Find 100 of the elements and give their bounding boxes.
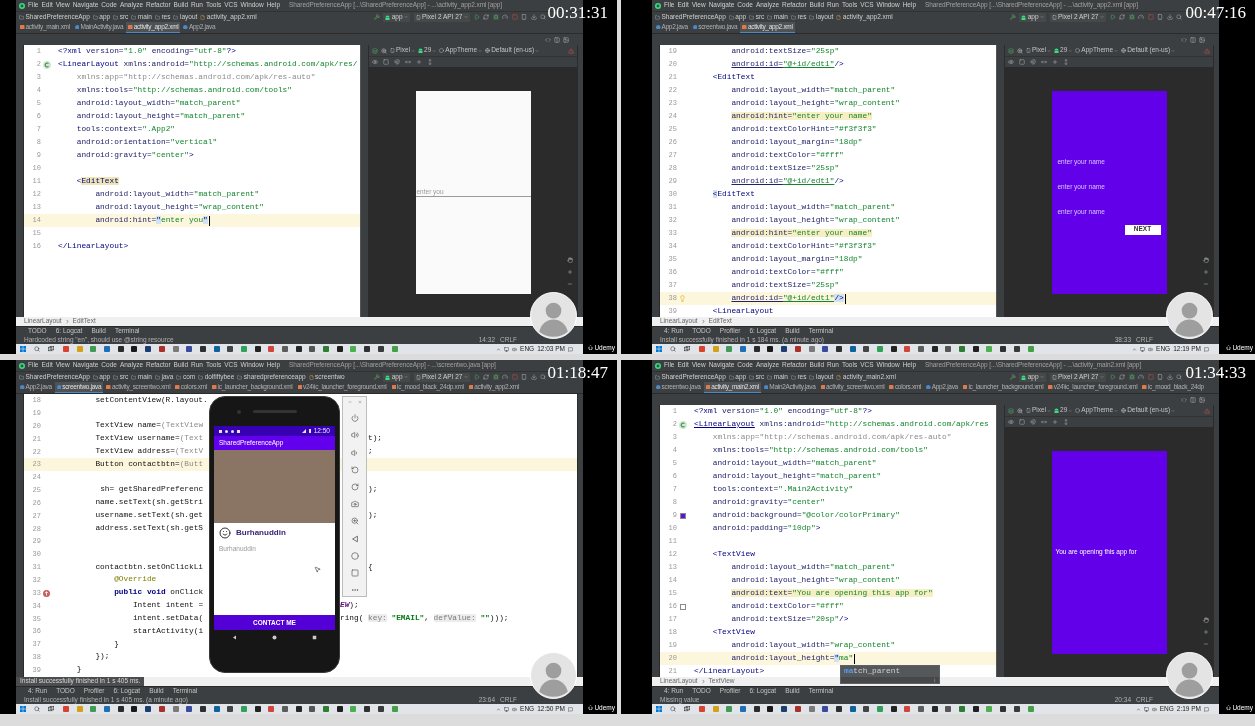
warning-icon[interactable] — [1204, 407, 1210, 414]
hand-icon[interactable] — [1203, 617, 1209, 623]
design-view-icon[interactable] — [563, 36, 569, 43]
plus-icon[interactable] — [1052, 419, 1058, 425]
zoom-in-icon[interactable] — [1203, 269, 1209, 275]
zoom-icon[interactable] — [1017, 47, 1023, 54]
volume-icon[interactable] — [1148, 346, 1154, 352]
camera-icon[interactable] — [350, 500, 359, 509]
eye-icon[interactable] — [1008, 59, 1014, 65]
phone-icon[interactable] — [1157, 14, 1163, 20]
zoom-in-icon[interactable] — [1203, 629, 1209, 635]
bug-icon[interactable] — [492, 14, 499, 20]
volume-icon[interactable] — [512, 706, 518, 712]
search-icon[interactable] — [34, 706, 40, 712]
speech-bubble-icon[interactable] — [1204, 706, 1209, 712]
eye-icon[interactable] — [1008, 419, 1014, 425]
split-view-icon[interactable] — [554, 36, 560, 43]
arrows-horizontal-icon[interactable] — [1041, 59, 1047, 65]
volume-up-icon[interactable] — [350, 431, 359, 440]
search-icon[interactable] — [670, 706, 676, 712]
phone-icon[interactable] — [1157, 374, 1163, 380]
refresh-icon[interactable] — [1119, 14, 1125, 20]
magnet-icon[interactable] — [1030, 419, 1036, 425]
stacked-squares-icon[interactable] — [48, 346, 54, 352]
arrows-horizontal-icon[interactable] — [405, 59, 411, 65]
zoom-out-icon[interactable] — [1203, 641, 1209, 647]
zoom-icon[interactable] — [350, 517, 359, 526]
gauge-icon[interactable] — [502, 374, 508, 380]
download-icon[interactable] — [530, 14, 537, 20]
plus-icon[interactable] — [1052, 59, 1058, 65]
magnet-icon[interactable] — [394, 59, 400, 65]
warning-icon[interactable] — [1204, 47, 1210, 54]
layers-icon[interactable] — [1008, 47, 1014, 54]
bug-icon[interactable] — [1128, 374, 1135, 380]
rotate-left-icon[interactable] — [350, 465, 359, 474]
eye-icon[interactable] — [372, 59, 378, 65]
refresh-icon[interactable] — [483, 14, 489, 20]
search-icon[interactable] — [1176, 374, 1182, 380]
power-icon[interactable] — [350, 414, 359, 423]
refresh-icon[interactable] — [1119, 374, 1125, 380]
magnet-icon[interactable] — [1030, 59, 1036, 65]
speech-bubble-icon[interactable] — [1204, 346, 1209, 352]
squares-grid-icon[interactable] — [20, 346, 26, 352]
stacked-squares-icon[interactable] — [48, 706, 54, 712]
phone-icon[interactable] — [521, 14, 527, 20]
zoom-out-icon[interactable] — [567, 281, 573, 287]
back-icon[interactable] — [231, 634, 237, 640]
speech-bubble-icon[interactable] — [568, 346, 573, 352]
monitor-icon[interactable] — [1140, 346, 1146, 352]
volume-icon[interactable] — [512, 346, 518, 352]
search-icon[interactable] — [34, 346, 40, 352]
layers-icon[interactable] — [372, 47, 378, 54]
recents-icon[interactable] — [312, 634, 318, 640]
zoom-icon[interactable] — [381, 47, 387, 54]
download-icon[interactable] — [1166, 14, 1173, 20]
search-icon[interactable] — [670, 346, 676, 352]
speech-bubble-icon[interactable] — [568, 706, 573, 712]
refresh-icon[interactable] — [483, 374, 489, 380]
chevron-up-icon[interactable] — [496, 706, 502, 712]
more-icon[interactable] — [932, 677, 937, 683]
code-view-icon[interactable] — [1181, 396, 1187, 403]
layers-icon[interactable] — [1008, 407, 1014, 414]
play-icon[interactable] — [473, 374, 480, 380]
volume-icon[interactable] — [1151, 706, 1157, 712]
search-icon[interactable] — [540, 14, 546, 20]
zoom-in-icon[interactable] — [567, 269, 573, 275]
arrows-vertical-icon[interactable] — [427, 59, 433, 65]
download-icon[interactable] — [1166, 374, 1173, 380]
monitor-icon[interactable] — [504, 346, 510, 352]
monitor-icon[interactable] — [1143, 706, 1149, 712]
home-icon[interactable] — [272, 634, 277, 640]
squares-grid-icon[interactable] — [20, 706, 26, 712]
chevron-up-icon[interactable] — [1132, 346, 1138, 352]
arrows-vertical-icon[interactable] — [1063, 419, 1069, 425]
search-icon[interactable] — [1176, 14, 1182, 20]
warning-icon[interactable] — [568, 47, 574, 54]
play-icon[interactable] — [1109, 14, 1116, 20]
zoom-out-icon[interactable] — [1203, 281, 1209, 287]
plus-icon[interactable] — [416, 59, 422, 65]
gauge-icon[interactable] — [1138, 14, 1144, 20]
bug-icon[interactable] — [1128, 14, 1135, 20]
play-icon[interactable] — [1109, 374, 1116, 380]
gauge-icon[interactable] — [502, 14, 508, 20]
stacked-squares-icon[interactable] — [684, 706, 690, 712]
split-view-icon[interactable] — [1190, 396, 1196, 403]
squares-grid-icon[interactable] — [656, 706, 662, 712]
squares-grid-icon[interactable] — [656, 346, 662, 352]
split-view-icon[interactable] — [1190, 36, 1196, 43]
chevron-up-icon[interactable] — [1135, 706, 1141, 712]
hand-icon[interactable] — [567, 257, 573, 263]
rotate-right-icon[interactable] — [350, 482, 359, 491]
overview-icon[interactable] — [350, 568, 359, 577]
download-icon[interactable] — [530, 374, 537, 380]
bug-icon[interactable] — [492, 374, 499, 380]
monitor-icon[interactable] — [504, 706, 510, 712]
design-view-icon[interactable] — [1199, 396, 1205, 403]
code-view-icon[interactable] — [545, 36, 551, 43]
phone-icon[interactable] — [521, 374, 527, 380]
zoom-icon[interactable] — [1017, 407, 1023, 414]
chevron-up-icon[interactable] — [496, 346, 502, 352]
